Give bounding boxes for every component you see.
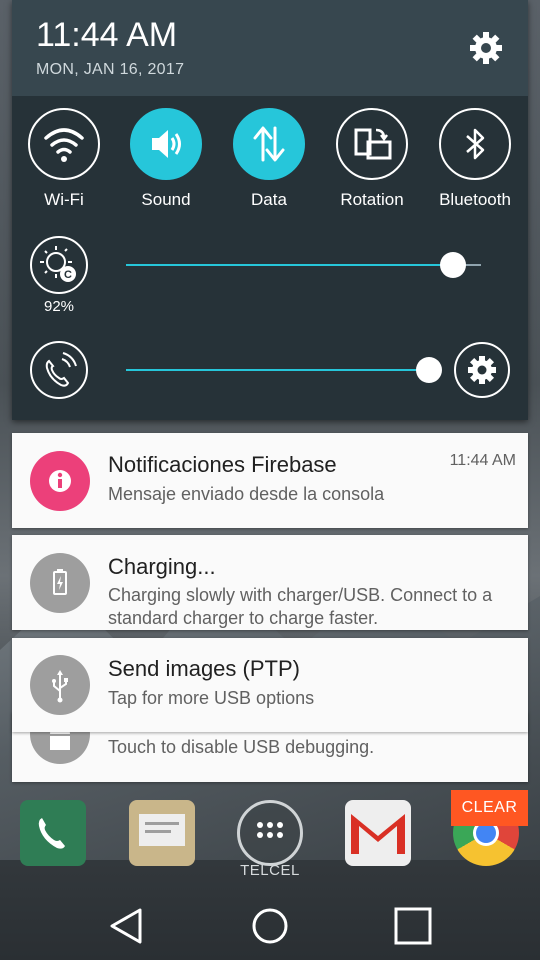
info-icon (30, 451, 90, 511)
notification-firebase[interactable]: Notificaciones Firebase Mensaje enviado … (12, 433, 528, 528)
tile-sound[interactable]: Sound (121, 108, 211, 210)
volume-slider-thumb[interactable] (416, 357, 442, 383)
volume-slider-track[interactable] (126, 369, 429, 371)
navigation-bar (0, 888, 540, 960)
usb-icon (30, 655, 90, 715)
rotation-icon (336, 108, 408, 180)
clock: 11:44 AM (36, 16, 178, 54)
tile-bluetooth[interactable]: Bluetooth (430, 108, 520, 210)
notification-text: Tap for more USB options (108, 688, 315, 708)
shade-header: 11:44 AM MON, JAN 16, 2017 (12, 0, 528, 96)
carrier-label: TELCEL (240, 862, 300, 879)
data-arrows-icon (233, 108, 305, 180)
brightness-slider-track[interactable] (126, 264, 453, 266)
tile-label: Sound (141, 190, 191, 209)
quick-settings-panel: 11:44 AM MON, JAN 16, 2017 Wi-Fi Sound D… (12, 0, 528, 420)
brightness-auto-icon[interactable]: C (30, 236, 88, 294)
notification-time: 11:44 AM (449, 452, 516, 469)
notification-text: Charging slowly with charger/USB. Connec… (108, 585, 493, 628)
messages-app-icon[interactable] (129, 800, 195, 866)
notification-title: Send images (PTP) (108, 656, 300, 681)
phone-app-icon[interactable] (20, 800, 86, 866)
tile-wifi[interactable]: Wi-Fi (19, 108, 109, 210)
tile-rotation[interactable]: Rotation (327, 108, 417, 210)
notification-text: Mensaje enviado desde la consola (108, 484, 385, 504)
tile-data[interactable]: Data (224, 108, 314, 210)
wifi-icon (28, 108, 100, 180)
back-button[interactable] (106, 906, 146, 946)
clear-all-button[interactable]: CLEAR (451, 790, 528, 826)
recent-apps-button[interactable] (393, 906, 433, 946)
gmail-app-icon[interactable] (345, 800, 411, 866)
ringtone-volume-icon[interactable] (30, 341, 88, 399)
brightness-slider-thumb[interactable] (440, 252, 466, 278)
notification-usb-ptp[interactable]: Send images (PTP) Tap for more USB optio… (12, 638, 528, 732)
tile-label: Bluetooth (439, 190, 511, 209)
svg-text:C: C (64, 269, 72, 281)
app-drawer-icon[interactable] (237, 800, 303, 866)
home-button[interactable] (250, 906, 290, 946)
tile-label: Data (251, 190, 287, 209)
tile-label: Wi-Fi (44, 190, 84, 209)
battery-icon (30, 553, 90, 613)
date-label: MON, JAN 16, 2017 (36, 61, 185, 78)
notification-title: Charging... (108, 554, 216, 579)
sound-settings-gear-icon[interactable] (454, 342, 510, 398)
volume-icon (130, 108, 202, 180)
notification-text: Touch to disable USB debugging. (108, 737, 375, 757)
bluetooth-icon (439, 108, 511, 180)
brightness-percent: 92% (43, 298, 75, 315)
tile-label: Rotation (340, 190, 404, 209)
notification-title: Notificaciones Firebase (108, 452, 337, 477)
settings-gear-icon[interactable] (468, 30, 504, 66)
notification-charging[interactable]: Charging... Charging slowly with charger… (12, 535, 528, 630)
